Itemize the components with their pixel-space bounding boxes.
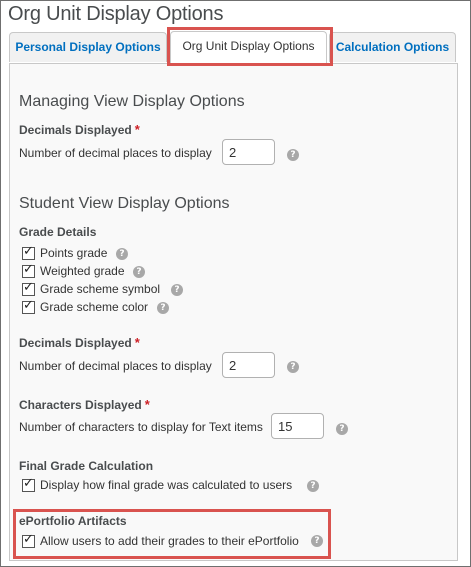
help-icon[interactable]: ?	[311, 535, 323, 547]
points-grade-checkbox[interactable]	[22, 244, 35, 260]
eportfolio-checkbox[interactable]	[22, 532, 35, 548]
help-icon[interactable]: ?	[287, 361, 299, 373]
managing-view-title: Managing View Display Options	[19, 93, 245, 110]
grade-scheme-symbol-checkbox[interactable]	[22, 280, 35, 296]
characters-input[interactable]	[271, 413, 324, 439]
help-icon[interactable]: ?	[116, 248, 128, 260]
final-grade-calculation-label: Final Grade Calculation	[19, 459, 154, 473]
weighted-grade-label: Weighted grade	[40, 264, 125, 278]
managing-decimals-input[interactable]	[222, 139, 275, 165]
student-decimals-input[interactable]	[222, 352, 275, 378]
characters-text: Number of characters to display for Text…	[19, 420, 263, 434]
help-icon[interactable]: ?	[336, 423, 348, 435]
tab-calculation-options[interactable]: Calculation Options	[329, 32, 456, 62]
grade-scheme-color-label: Grade scheme color	[40, 300, 149, 314]
grade-scheme-color-checkbox[interactable]	[22, 298, 35, 314]
managing-decimals-text: Number of decimal places to display	[19, 146, 212, 160]
help-icon[interactable]: ?	[171, 284, 183, 296]
help-icon[interactable]: ?	[133, 266, 145, 278]
characters-displayed-label: Characters Displayed *	[19, 397, 150, 412]
final-grade-checkbox[interactable]	[22, 476, 35, 492]
help-icon[interactable]: ?	[157, 302, 169, 314]
student-decimals-label: Decimals Displayed *	[19, 335, 140, 350]
eportfolio-text: Allow users to add their grades to their…	[40, 534, 299, 548]
eportfolio-artifacts-label: ePortfolio Artifacts	[19, 514, 127, 528]
final-grade-text: Display how final grade was calculated t…	[40, 478, 293, 492]
points-grade-label: Points grade	[40, 246, 108, 260]
required-marker: *	[144, 397, 150, 412]
grade-details-label: Grade Details	[19, 225, 97, 239]
help-icon[interactable]: ?	[307, 480, 319, 492]
help-icon[interactable]: ?	[287, 149, 299, 161]
weighted-grade-checkbox[interactable]	[22, 262, 35, 278]
student-view-title: Student View Display Options	[19, 195, 230, 212]
required-marker: *	[134, 335, 140, 350]
required-marker: *	[134, 122, 140, 137]
managing-decimals-label: Decimals Displayed *	[19, 122, 140, 137]
tab-personal-display-options[interactable]: Personal Display Options	[9, 32, 167, 62]
grade-scheme-symbol-label: Grade scheme symbol	[40, 282, 161, 296]
tab-org-unit-display-options[interactable]: Org Unit Display Options	[170, 31, 327, 64]
page-title: Org Unit Display Options	[8, 3, 224, 25]
student-decimals-text: Number of decimal places to display	[19, 359, 212, 373]
